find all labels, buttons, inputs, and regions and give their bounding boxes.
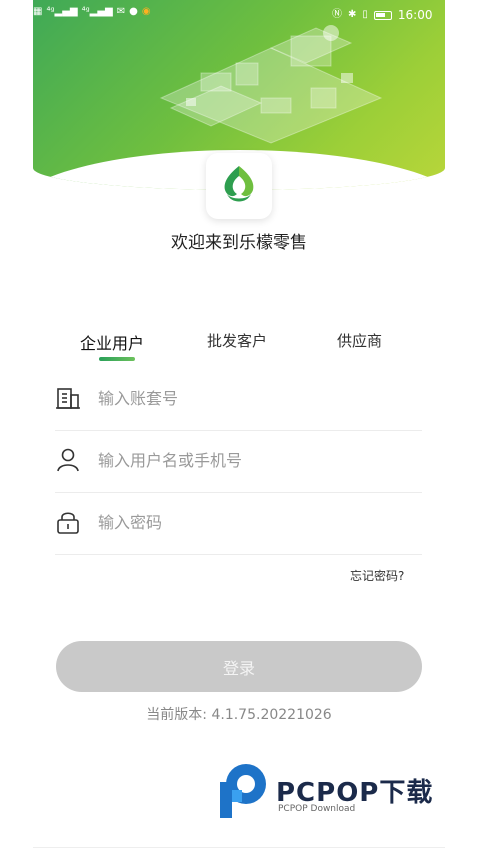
tab-active-indicator [99, 357, 135, 361]
leaf-logo-icon [224, 166, 254, 202]
watermark: PCPOP下载 PCPOP Download [218, 762, 463, 822]
bottom-divider [33, 847, 445, 848]
welcome-title: 欢迎来到乐檬零售 [171, 233, 307, 253]
forgot-password-link[interactable]: 忘记密码? [350, 567, 404, 584]
chat-icon: ● [129, 6, 138, 17]
warehouse-illustration [159, 25, 383, 144]
tab-wholesale-customer[interactable]: 批发客户 [207, 330, 267, 351]
version-label: 当前版本: 4.1.75.20221026 [146, 707, 332, 723]
login-type-tabs: 企业用户 批发客户 供应商 [0, 330, 478, 360]
password-field-row [55, 493, 422, 555]
vibrate-icon: ▯ [362, 9, 368, 20]
tab-enterprise-user[interactable]: 企业用户 [80, 330, 144, 354]
nfc-icon: Ⓝ [332, 9, 342, 20]
login-button[interactable]: 登录 [56, 641, 422, 692]
account-field-row [55, 369, 422, 431]
pcpop-logo-icon [220, 764, 266, 818]
password-input[interactable] [98, 507, 398, 537]
account-input[interactable] [98, 383, 398, 413]
status-left: ▦ ⁴ᵍ▂▄▆ ⁴ᵍ▂▄▆ ✉ ● ◉ [33, 6, 151, 18]
bluetooth-icon: ✱ [348, 9, 357, 20]
username-input[interactable] [98, 445, 398, 475]
signal-4g-icon: ⁴ᵍ▂▄▆ [46, 6, 78, 17]
app-logo [206, 153, 272, 219]
status-right: Ⓝ ✱ ▯ 16:00 [332, 8, 433, 22]
signal-4g-icon: ⁴ᵍ▂▄▆ [81, 6, 113, 17]
username-field-row [55, 431, 422, 493]
building-icon [56, 388, 80, 409]
battery-icon [373, 10, 392, 20]
mail-icon: ✉ [116, 6, 126, 17]
app-badge-icon: ◉ [141, 6, 151, 17]
lock-icon [57, 512, 79, 534]
watermark-subtitle: PCPOP Download [278, 804, 356, 814]
user-icon [57, 448, 79, 472]
status-time: 16:00 [397, 8, 433, 22]
tab-supplier[interactable]: 供应商 [337, 330, 382, 351]
hd-icon: ▦ [33, 6, 43, 17]
status-bar: ▦ ⁴ᵍ▂▄▆ ⁴ᵍ▂▄▆ ✉ ● ◉ Ⓝ ✱ ▯ 16:00 [0, 0, 478, 30]
